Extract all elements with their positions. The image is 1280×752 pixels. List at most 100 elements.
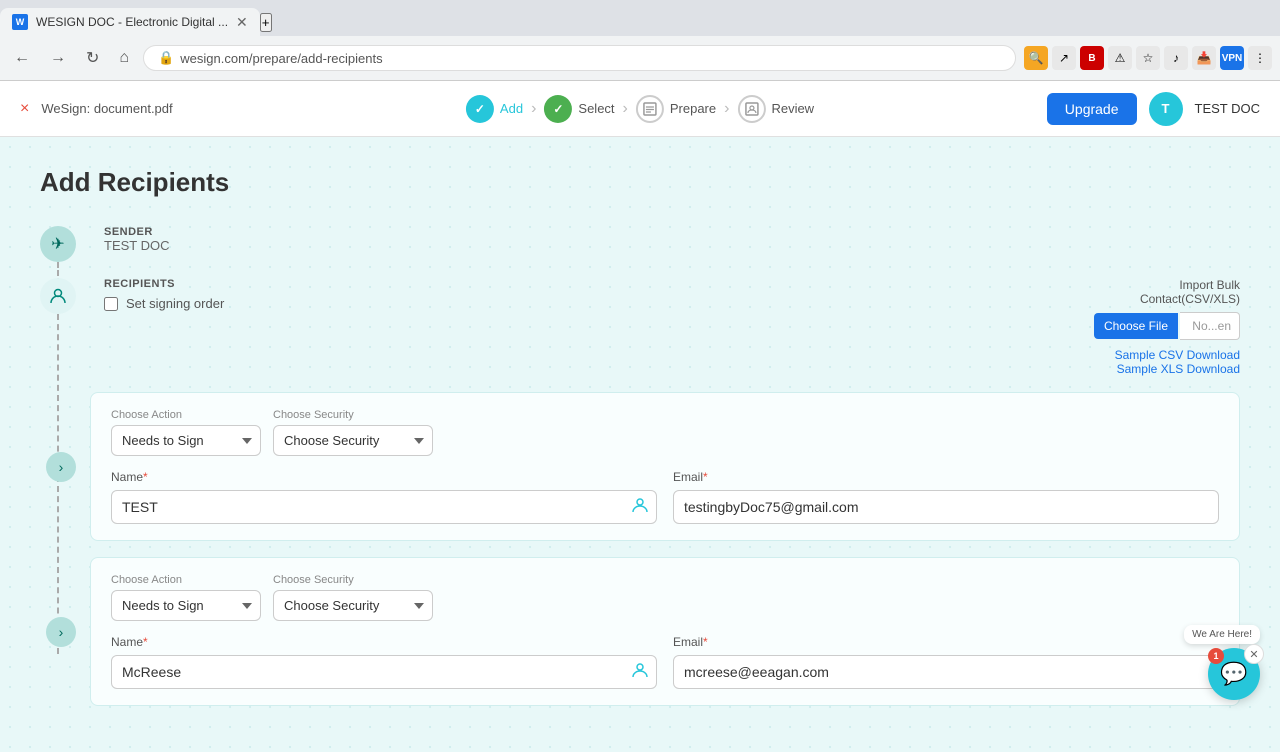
page-title: Add Recipients [40,167,1240,198]
card-1-security-group: Choose Security Choose Security [273,409,433,456]
ext-brave-icon[interactable]: B [1080,46,1104,70]
card-2-email-label: Email* [673,635,1219,649]
card-2-field-row: Name* [111,635,1219,689]
browser-toolbar: ← → ↻ ⌂ 🔒 wesign.com/prepare/add-recipie… [0,36,1280,80]
import-section: Import Bulk Contact(CSV/XLS) Choose File… [1094,278,1240,376]
card-1-action-group: Choose Action Needs to Sign [111,409,261,456]
forward-button[interactable]: → [44,45,72,71]
card-1-name-input-wrap [111,490,657,524]
card-2-name-input-wrap [111,655,657,689]
card-1-email-input[interactable] [673,490,1219,524]
main-content: Add Recipients ✈ SENDER TEST DOC [0,137,1280,752]
ext-icon-6[interactable]: 📥 [1192,46,1216,70]
reload-button[interactable]: ↻ [80,44,105,72]
step-select-label: Select [578,101,614,116]
tab-bar: W WESIGN DOC - Electronic Digital ... ✕ … [0,0,1280,36]
url-bar[interactable]: 🔒 wesign.com/prepare/add-recipients [143,45,1016,71]
card-2-security-group: Choose Security Choose Security [273,574,433,621]
card-1-action-row: Choose Action Needs to Sign Choose Secur… [111,409,1219,456]
upgrade-button[interactable]: Upgrade [1047,93,1137,125]
card-1-security-label: Choose Security [273,409,433,421]
arrow-3: › [724,100,729,118]
user-avatar: T [1149,92,1183,126]
card-2-inner: Choose Action Needs to Sign Choose Secur… [90,557,1240,706]
home-button[interactable]: ⌂ [113,45,135,71]
sender-name: TEST DOC [104,238,1240,253]
card-1-inner: Choose Action Needs to Sign Choose Secur… [90,392,1240,541]
browser-chrome: W WESIGN DOC - Electronic Digital ... ✕ … [0,0,1280,81]
card-1-email-input-wrap [673,490,1219,524]
signing-order-checkbox[interactable] [104,297,118,311]
step-add-circle: ✓ [466,95,494,123]
step-review: Review [737,95,814,123]
step-select: ✓ Select [544,95,614,123]
step-prepare-circle [636,95,664,123]
card-2-action-row: Choose Action Needs to Sign Choose Secur… [111,574,1219,621]
signing-order-row: Set signing order [104,296,1094,311]
lock-icon: 🔒 [158,50,174,66]
card-1-email-group: Email* [673,470,1219,524]
ext-icon-5[interactable]: ♪ [1164,46,1188,70]
we-are-here-label: We Are Here! [1184,625,1260,644]
file-name-display: No...en [1180,312,1240,340]
card-1-contact-icon[interactable] [631,496,649,519]
new-tab-button[interactable]: + [260,13,272,32]
chat-close-button[interactable]: ✕ [1244,644,1264,664]
ext-icon-2[interactable]: ↗ [1052,46,1076,70]
card-1-email-label: Email* [673,470,1219,484]
app-logo: × WeSign: document.pdf [20,100,173,118]
ext-icon-4[interactable]: ☆ [1136,46,1160,70]
sender-icon: ✈ [40,226,76,262]
card-1-security-dropdown[interactable]: Choose Security [273,425,433,456]
recipient-cards-container: › Choose Action Needs to Sign Choose Sec… [90,392,1240,706]
ext-menu-icon[interactable]: ⋮ [1248,46,1272,70]
card-2-action-label: Choose Action [111,574,261,586]
card-2-action-group: Choose Action Needs to Sign [111,574,261,621]
step-select-circle: ✓ [544,95,572,123]
import-title: Import Bulk Contact(CSV/XLS) [1094,278,1240,306]
card-1-name-label: Name* [111,470,657,484]
card-1-field-row: Name* [111,470,1219,524]
document-name: WeSign: document.pdf [41,101,172,116]
chat-badge: 1 [1208,648,1224,664]
step-review-label: Review [771,101,814,116]
card-2-email-group: Email* [673,635,1219,689]
card-2-security-dropdown[interactable]: Choose Security [273,590,433,621]
back-button[interactable]: ← [8,45,36,71]
import-file-row: Choose File No...en [1094,312,1240,340]
card-2-email-input[interactable] [673,655,1219,689]
chat-widget: We Are Here! 💬 1 ✕ [1208,648,1260,700]
close-icon[interactable]: × [20,100,29,118]
recipient-card-2: › Choose Action Needs to Sign Choose Sec… [90,557,1240,706]
card-2-contact-icon[interactable] [631,661,649,684]
step-prepare-label: Prepare [670,101,716,116]
card-2-security-label: Choose Security [273,574,433,586]
card-2-action-dropdown[interactable]: Needs to Sign [111,590,261,621]
step-add: ✓ Add [466,95,523,123]
choose-file-button[interactable]: Choose File [1094,313,1178,339]
card-1-name-input[interactable] [111,490,657,524]
step-add-label: Add [500,101,523,116]
card-1-action-dropdown[interactable]: Needs to Sign [111,425,261,456]
sender-section: ✈ SENDER TEST DOC [40,226,1240,262]
sender-label: SENDER [104,226,1240,238]
arrow-1: › [531,100,536,118]
sample-xls-link[interactable]: Sample XLS Download [1094,362,1240,376]
card-2-name-group: Name* [111,635,657,689]
app-header: × WeSign: document.pdf ✓ Add › ✓ Select … [0,81,1280,137]
card-2-arrow-button[interactable]: › [46,617,76,647]
ext-vpn-icon[interactable]: VPN [1220,46,1244,70]
card-2-name-input[interactable] [111,655,657,689]
tab-close-button[interactable]: ✕ [236,14,248,31]
card-1-action-label: Choose Action [111,409,261,421]
step-indicator: ✓ Add › ✓ Select › Prepare › Review [466,95,814,123]
signing-order-label[interactable]: Set signing order [126,296,224,311]
tab-favicon: W [12,14,28,30]
ext-icon-1[interactable]: 🔍 [1024,46,1048,70]
card-2-email-input-wrap [673,655,1219,689]
extensions-area: 🔍 ↗ B ⚠ ☆ ♪ 📥 VPN ⋮ [1024,46,1272,70]
sample-csv-link[interactable]: Sample CSV Download [1094,348,1240,362]
recipient-card-1: › Choose Action Needs to Sign Choose Sec… [90,392,1240,541]
card-1-arrow-button[interactable]: › [46,452,76,482]
ext-icon-3[interactable]: ⚠ [1108,46,1132,70]
